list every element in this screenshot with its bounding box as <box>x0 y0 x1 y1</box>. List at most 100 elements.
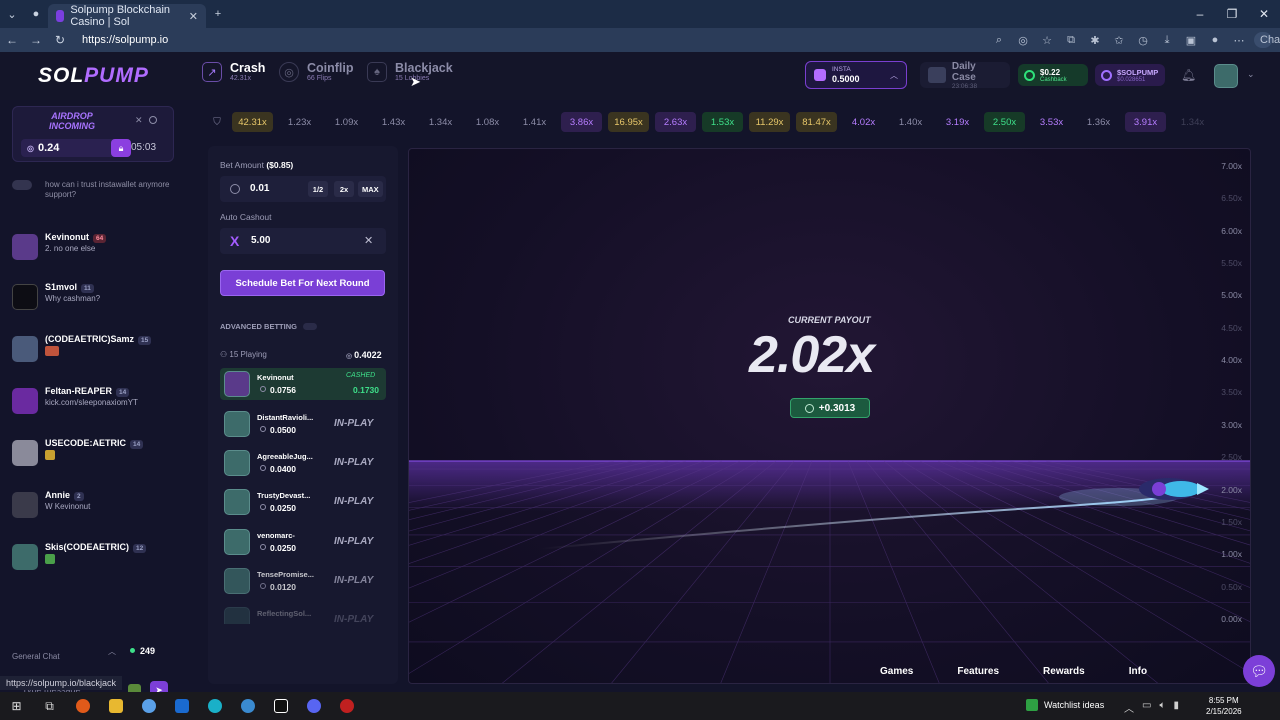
notification-bell-icon[interactable]: 🔔︎ <box>1181 68 1196 82</box>
solpump-token-button[interactable]: $SOLPUMP $0.028651 <box>1095 64 1165 86</box>
tab-close-icon[interactable]: ✕ <box>189 10 198 23</box>
history-chip[interactable]: 1.53x <box>702 112 743 132</box>
chat-username[interactable]: Annie 2 <box>45 490 84 501</box>
favorite-star-icon[interactable]: ☆ <box>1038 34 1056 47</box>
bet-amount-field[interactable]: 0.01 1/2 2x MAX <box>220 176 386 202</box>
history-chip[interactable]: 3.19x <box>937 112 978 132</box>
pinned-tab-icon[interactable]: ● <box>24 0 48 28</box>
history-chip[interactable]: 2.50x <box>984 112 1025 132</box>
collections-icon[interactable]: ▣ <box>1182 34 1200 47</box>
chat-avatar[interactable] <box>12 284 38 310</box>
maximize-icon[interactable]: ❐ <box>1216 7 1248 21</box>
player-row[interactable]: TensePromise... 0.0120 IN-PLAY <box>220 565 386 597</box>
zoom-icon[interactable]: ⌕ <box>990 34 1008 47</box>
copilot-icon[interactable] <box>132 699 165 713</box>
chat-username[interactable]: S1mvol 11 <box>45 282 94 293</box>
tab-list-chevron-icon[interactable]: ⌄ <box>0 0 24 28</box>
history-chip[interactable]: 16.95x <box>608 112 649 132</box>
battery-icon[interactable]: ▮ <box>1173 700 1179 715</box>
profile-icon[interactable]: ● <box>1206 34 1224 46</box>
auto-cashout-field[interactable]: X 5.00 ✕ <box>220 228 386 254</box>
tab-coinflip[interactable]: ◎ Coinflip 66 Flips <box>279 62 354 82</box>
double-bet-button[interactable]: 2x <box>334 181 354 197</box>
provably-fair-shield-icon[interactable]: ⛉ <box>208 113 226 131</box>
reload-icon[interactable]: ↻ <box>48 33 72 47</box>
history-chip[interactable]: 1.36x <box>1078 112 1119 132</box>
airdrop-close-icon[interactable]: ✕ <box>135 115 143 126</box>
cashback-button[interactable]: $0.22 Cashback <box>1018 64 1088 86</box>
network-icon[interactable]: ▭ <box>1142 700 1151 715</box>
extension-icon[interactable]: ✱ <box>1086 34 1104 47</box>
url-field[interactable]: https://solpump.io <box>82 34 168 46</box>
history-chip[interactable]: 1.08x <box>467 112 508 132</box>
chat-avatar[interactable] <box>12 234 38 260</box>
history-chip[interactable]: 1.43x <box>373 112 414 132</box>
app-icon[interactable] <box>231 699 264 713</box>
app-icon[interactable] <box>330 699 363 713</box>
task-view-icon[interactable]: ⧉ <box>33 699 66 714</box>
footer-features-link[interactable]: Features <box>957 666 999 677</box>
history-chip[interactable]: 11.29x <box>749 112 790 132</box>
history-chip[interactable]: 2.63x <box>655 112 696 132</box>
discord-icon[interactable] <box>297 699 330 713</box>
history-chip[interactable]: 1.23x <box>279 112 320 132</box>
history-chip[interactable]: 42.31x <box>232 112 273 132</box>
history-chip[interactable]: 81.47x <box>796 112 837 132</box>
schedule-bet-button[interactable]: Schedule Bet For Next Round <box>220 270 385 296</box>
player-row[interactable]: TrustyDevast... 0.0250 IN-PLAY <box>220 486 386 518</box>
support-chat-icon[interactable]: 💬︎ <box>1243 655 1275 687</box>
chat-channel-select[interactable]: General Chat <box>12 652 60 661</box>
minimize-icon[interactable]: – <box>1184 7 1216 21</box>
extensions-icon[interactable]: ⧉ <box>1062 34 1080 47</box>
daily-case-button[interactable]: Daily Case 23:06:38 <box>920 61 1010 90</box>
volume-icon[interactable]: 🔈︎ <box>1159 700 1165 715</box>
tab-crash[interactable]: ↗ Crash 42.31x <box>202 62 265 82</box>
insta-wallet-button[interactable]: INSTA 0.5000 ︿ <box>805 61 907 89</box>
history-chip[interactable]: 3.91x <box>1125 112 1166 132</box>
more-menu-icon[interactable]: ⋯ <box>1230 34 1248 47</box>
windows-start-icon[interactable]: ⊞ <box>0 699 33 713</box>
player-row[interactable]: venomarc- 0.0250 IN-PLAY <box>220 526 386 558</box>
player-row[interactable]: DistantRavioli... 0.0500 IN-PLAY <box>220 408 386 440</box>
clear-auto-cashout-icon[interactable]: ✕ <box>364 234 373 247</box>
new-tab-plus-icon[interactable]: + <box>206 0 230 28</box>
chat-avatar[interactable] <box>12 492 38 518</box>
tray-chevron-icon[interactable]: ︿ <box>1124 700 1134 715</box>
chat-avatar[interactable] <box>12 440 38 466</box>
back-arrow-icon[interactable]: ← <box>0 33 24 47</box>
tracking-icon[interactable]: ◎ <box>1014 34 1032 47</box>
downloads-icon[interactable]: ⤓ <box>1158 34 1176 47</box>
tiktok-icon[interactable] <box>264 699 297 713</box>
favorites-icon[interactable]: ✩ <box>1110 34 1128 47</box>
history-chip[interactable]: 3.86x <box>561 112 602 132</box>
chat-username[interactable]: Feltan-REAPER 14 <box>45 386 130 397</box>
history-chip[interactable]: 3.53x <box>1031 112 1072 132</box>
browser-tab-active[interactable]: Solpump Blockchain Casino | Sol ✕ <box>48 4 206 28</box>
window-close-icon[interactable]: ✕ <box>1248 7 1280 21</box>
player-row[interactable]: ReflectingSol... IN-PLAY <box>220 604 386 624</box>
user-avatar[interactable] <box>1214 64 1238 88</box>
chat-avatar[interactable] <box>12 336 38 362</box>
footer-info-link[interactable]: Info <box>1129 666 1147 677</box>
chevron-up-icon[interactable]: ︿ <box>108 646 116 657</box>
chat-avatar[interactable] <box>12 180 32 190</box>
history-chip[interactable]: 1.41x <box>514 112 555 132</box>
forward-arrow-icon[interactable]: → <box>24 33 48 47</box>
chat-avatar[interactable] <box>12 544 38 570</box>
bet-amount-value[interactable]: 0.01 <box>250 183 269 194</box>
history-icon[interactable]: ◷ <box>1134 34 1152 47</box>
system-clock[interactable]: 8:55 PM 2/15/2026 <box>1206 695 1242 717</box>
file-explorer-icon[interactable] <box>99 699 132 713</box>
player-row[interactable]: AgreeableJug... 0.0400 IN-PLAY <box>220 447 386 479</box>
chat-username[interactable]: Skis(CODEAETRIC) 12 <box>45 542 147 553</box>
edge-browser-icon[interactable] <box>198 699 231 713</box>
player-row[interactable]: Kevinonut 0.0756 CASHED 0.1730 <box>220 368 386 400</box>
chat-username[interactable]: USECODE:AETRIC 14 <box>45 438 144 449</box>
copilot-chat-button[interactable]: Chat <box>1254 32 1280 48</box>
brave-browser-icon[interactable] <box>66 699 99 713</box>
chat-avatar[interactable] <box>12 388 38 414</box>
watchlist-widget[interactable]: Watchlist ideas <box>1026 699 1104 711</box>
chat-username[interactable]: Kevinonut 64 <box>45 232 107 243</box>
half-bet-button[interactable]: 1/2 <box>308 181 328 197</box>
history-chip[interactable]: 1.34x <box>420 112 461 132</box>
